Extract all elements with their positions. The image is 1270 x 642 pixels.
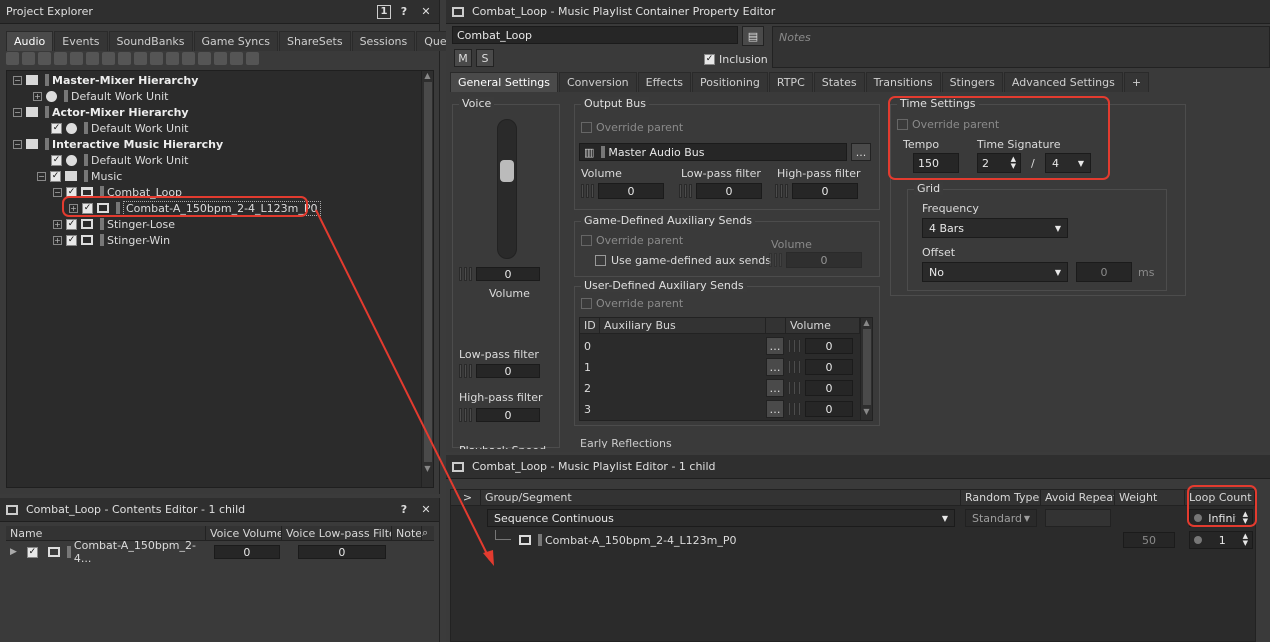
arrow-head xyxy=(483,550,494,566)
drag-arrow xyxy=(315,209,494,566)
arrow-line xyxy=(315,209,491,561)
